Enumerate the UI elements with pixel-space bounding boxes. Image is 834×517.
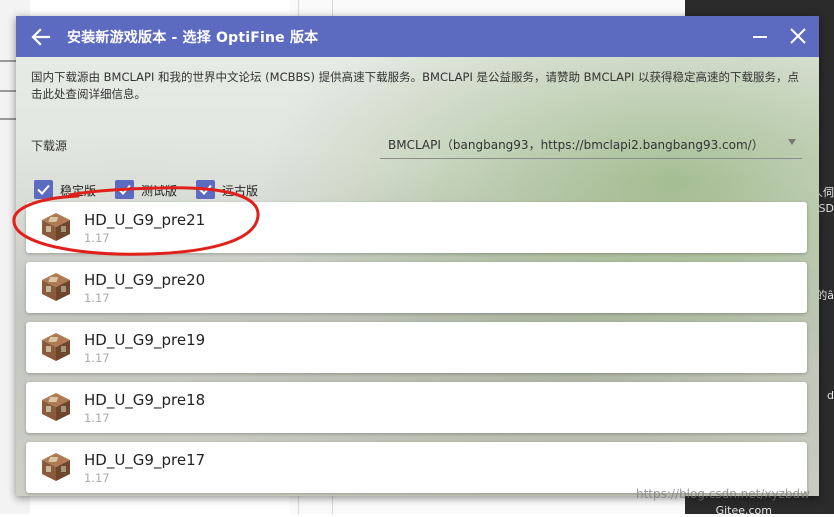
- background-text: SD: [818, 202, 834, 215]
- download-info-text[interactable]: 国内下载源由 BMCLAPI 和我的世界中文论坛 (MCBBS) 提供高速下载服…: [31, 69, 806, 103]
- version-name: HD_U_G9_pre19: [84, 331, 206, 349]
- dialog-content: 国内下载源由 BMCLAPI 和我的世界中文论坛 (MCBBS) 提供高速下载服…: [16, 57, 819, 496]
- red-circle-annotation: [12, 186, 260, 256]
- dialog-titlebar: 安装新游戏版本 - 选择 OptiFine 版本: [16, 16, 819, 57]
- command-block-icon: [42, 273, 70, 301]
- dialog-title: 安装新游戏版本 - 选择 OptiFine 版本: [67, 30, 319, 46]
- arrow-left-icon[interactable]: [30, 26, 52, 48]
- game-version: 1.17: [84, 471, 110, 485]
- command-block-icon: [42, 453, 70, 481]
- command-block-icon: [42, 333, 70, 361]
- command-block-icon: [42, 393, 70, 421]
- game-version: 1.17: [84, 411, 110, 425]
- download-source-label: 下载源: [31, 139, 68, 153]
- watermark: https://blog.csdn.net/xyzbdw: [636, 487, 810, 501]
- background-text: Gitee.com: [715, 504, 772, 517]
- version-list-item[interactable]: HD_U_G9_pre20 1.17: [26, 262, 807, 313]
- version-list-item[interactable]: HD_U_G9_pre17 1.17: [26, 442, 807, 493]
- version-name: HD_U_G9_pre20: [84, 271, 206, 289]
- version-name: HD_U_G9_pre17: [84, 451, 206, 469]
- version-list-item[interactable]: HD_U_G9_pre18 1.17: [26, 382, 807, 433]
- chevron-down-icon: [788, 139, 796, 145]
- background-text: d: [827, 389, 834, 402]
- version-list-item[interactable]: HD_U_G9_pre19 1.17: [26, 322, 807, 373]
- close-icon[interactable]: [787, 25, 809, 47]
- game-version: 1.17: [84, 291, 110, 305]
- download-source-select[interactable]: BMCLAPI（bangbang93，https://bmclapi2.bang…: [380, 129, 802, 159]
- version-name: HD_U_G9_pre18: [84, 391, 206, 409]
- download-source-value: BMCLAPI（bangbang93，https://bmclapi2.bang…: [388, 138, 764, 152]
- minimize-icon[interactable]: [749, 26, 771, 48]
- game-version: 1.17: [84, 351, 110, 365]
